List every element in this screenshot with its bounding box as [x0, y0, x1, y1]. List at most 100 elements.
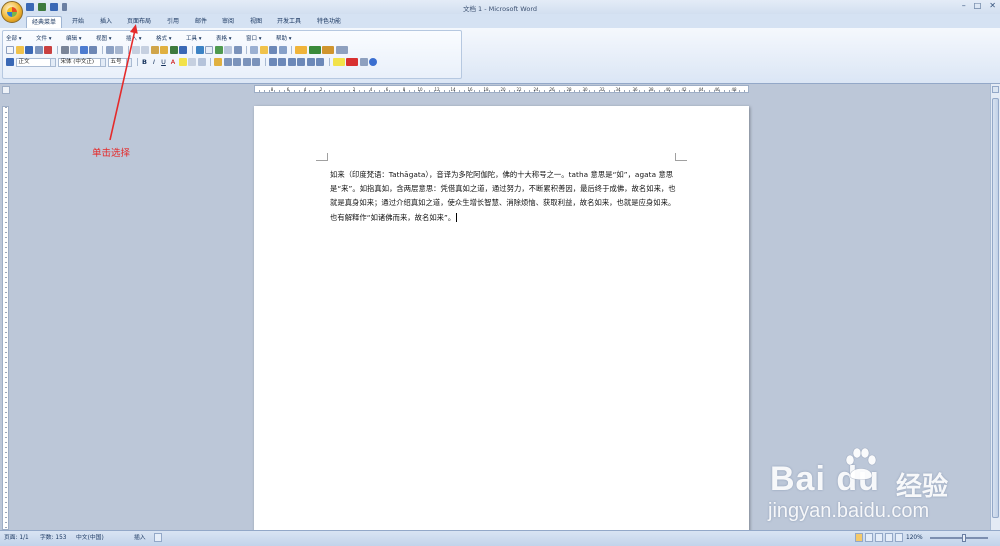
scrollbar-thumb[interactable] [992, 98, 999, 518]
spelling-icon[interactable] [79, 46, 88, 54]
chevron-down-icon[interactable] [125, 58, 131, 66]
chart-icon[interactable] [322, 46, 334, 54]
align-left-icon[interactable] [214, 58, 222, 66]
copy-format-icon[interactable] [105, 46, 114, 54]
menu-window[interactable]: 窗口 ▾ [246, 35, 262, 44]
smartart-icon[interactable] [308, 46, 321, 54]
styles-icon[interactable] [6, 58, 14, 66]
bullets-icon[interactable] [287, 58, 296, 66]
print-icon[interactable] [60, 46, 69, 54]
zoom-icon[interactable] [269, 46, 277, 54]
phonetic-guide-icon[interactable] [359, 58, 368, 66]
zoom-slider-thumb[interactable] [962, 534, 966, 542]
shapes-icon[interactable] [295, 46, 307, 54]
menu-file[interactable]: 文件 ▾ [36, 35, 52, 44]
language-indicator[interactable]: 中文(中国) [76, 534, 104, 542]
distributed-icon[interactable] [252, 58, 260, 66]
bold-button[interactable]: B [141, 58, 149, 66]
vertical-scrollbar[interactable] [990, 84, 1000, 530]
numbering-icon[interactable] [278, 58, 286, 66]
char-border-icon[interactable] [188, 58, 196, 66]
font-color-icon[interactable] [346, 58, 358, 66]
change-case-icon[interactable] [197, 58, 206, 66]
format-painter-icon[interactable] [160, 46, 168, 54]
open-icon[interactable] [15, 46, 24, 54]
menu-format[interactable]: 格式 ▾ [156, 35, 172, 44]
paste-icon[interactable] [150, 46, 159, 54]
tab-mailings[interactable]: 邮件 [189, 16, 213, 28]
new-icon[interactable] [6, 46, 14, 54]
tab-view[interactable]: 视图 [244, 16, 268, 28]
zoom-slider[interactable] [930, 537, 988, 539]
table-icon[interactable] [205, 46, 213, 54]
full-screen-icon[interactable] [278, 46, 287, 54]
office-button[interactable] [1, 1, 23, 23]
word-count[interactable]: 字数: 153 [40, 534, 66, 542]
highlight-color-icon[interactable] [332, 58, 345, 66]
document-body[interactable]: 如来（印度梵语：Tathāgata），音译为多陀阿伽陀，佛的十大称号之一。tat… [330, 168, 680, 225]
print-layout-view-icon[interactable] [855, 533, 863, 542]
cut-icon[interactable] [131, 46, 140, 54]
italic-button[interactable]: I [150, 58, 158, 66]
redo-icon[interactable] [179, 46, 187, 54]
draft-view-icon[interactable] [895, 533, 903, 542]
increase-indent-icon[interactable] [306, 58, 315, 66]
tab-special-features[interactable]: 特色功能 [312, 16, 346, 28]
outline-view-icon[interactable] [885, 533, 893, 542]
align-right-icon[interactable] [233, 58, 241, 66]
tab-review[interactable]: 审阅 [216, 16, 240, 28]
menu-tools[interactable]: 工具 ▾ [186, 35, 202, 44]
view-ruler-button[interactable] [2, 86, 10, 94]
menu-edit[interactable]: 编辑 ▾ [66, 35, 82, 44]
zoom-level[interactable]: 120% [906, 534, 923, 542]
document-page[interactable]: 如来（印度梵语：Tathāgata），音译为多陀阿伽陀，佛的十大称号之一。tat… [254, 106, 749, 536]
chevron-down-icon[interactable] [99, 58, 105, 66]
drawing-icon[interactable] [233, 46, 242, 54]
macro-record-icon[interactable] [154, 533, 162, 542]
undo-icon[interactable] [169, 46, 178, 54]
scroll-up-arrow-icon[interactable] [992, 86, 999, 93]
minimize-button[interactable]: – [962, 1, 966, 10]
print-preview-icon[interactable] [70, 46, 78, 54]
research-icon[interactable] [89, 46, 97, 54]
show-marks-icon[interactable] [259, 46, 268, 54]
align-center-icon[interactable] [223, 58, 232, 66]
pdf-icon[interactable] [44, 46, 52, 54]
tab-classic-menu[interactable]: 经典菜单 [26, 16, 62, 28]
vertical-ruler[interactable] [2, 106, 9, 530]
decrease-indent-icon[interactable] [297, 58, 305, 66]
textbox-icon[interactable] [335, 46, 348, 54]
help-icon[interactable] [369, 58, 377, 66]
web-layout-icon[interactable] [875, 533, 883, 542]
justify-icon[interactable] [242, 58, 251, 66]
line-spacing-icon[interactable] [268, 58, 277, 66]
style-combo[interactable]: 正文 [15, 57, 56, 67]
paste-special-icon[interactable] [115, 46, 123, 54]
tab-references[interactable]: 引用 [161, 16, 185, 28]
close-button[interactable]: ✕ [989, 1, 996, 10]
menu-view[interactable]: 视图 ▾ [96, 35, 112, 44]
insert-mode[interactable]: 插入 [134, 534, 146, 542]
tab-home[interactable]: 开始 [66, 16, 90, 28]
text-direction-icon[interactable] [316, 58, 324, 66]
horizontal-ruler[interactable]: 8 6 4 2 2 4 6 8 10 12 14 16 18 20 22 24 26 28 30 32 34 36 38 40… [254, 85, 749, 93]
menu-all[interactable]: 全部 ▾ [6, 35, 22, 44]
underline-button[interactable]: U [160, 58, 168, 66]
page-count[interactable]: 页面: 1/1 [4, 534, 29, 542]
menu-table[interactable]: 表格 ▾ [216, 35, 232, 44]
font-combo[interactable]: 宋体 (中文正) [57, 57, 106, 67]
tab-developer[interactable]: 开发工具 [272, 16, 306, 28]
menu-help[interactable]: 帮助 ▾ [276, 35, 292, 44]
menu-insert[interactable]: 插入 ▾ [126, 35, 142, 44]
full-screen-reading-icon[interactable] [865, 533, 873, 542]
copy-icon[interactable] [141, 46, 149, 54]
tab-insert[interactable]: 插入 [94, 16, 118, 28]
permission-icon[interactable] [34, 46, 43, 54]
highlight-icon[interactable] [178, 58, 187, 66]
document-map-icon[interactable] [250, 46, 258, 54]
hyperlink-icon[interactable] [195, 46, 204, 54]
font-size-combo[interactable]: 五号 [107, 57, 132, 67]
chevron-down-icon[interactable] [49, 58, 55, 66]
columns-icon[interactable] [224, 46, 232, 54]
save-icon[interactable] [25, 46, 33, 54]
